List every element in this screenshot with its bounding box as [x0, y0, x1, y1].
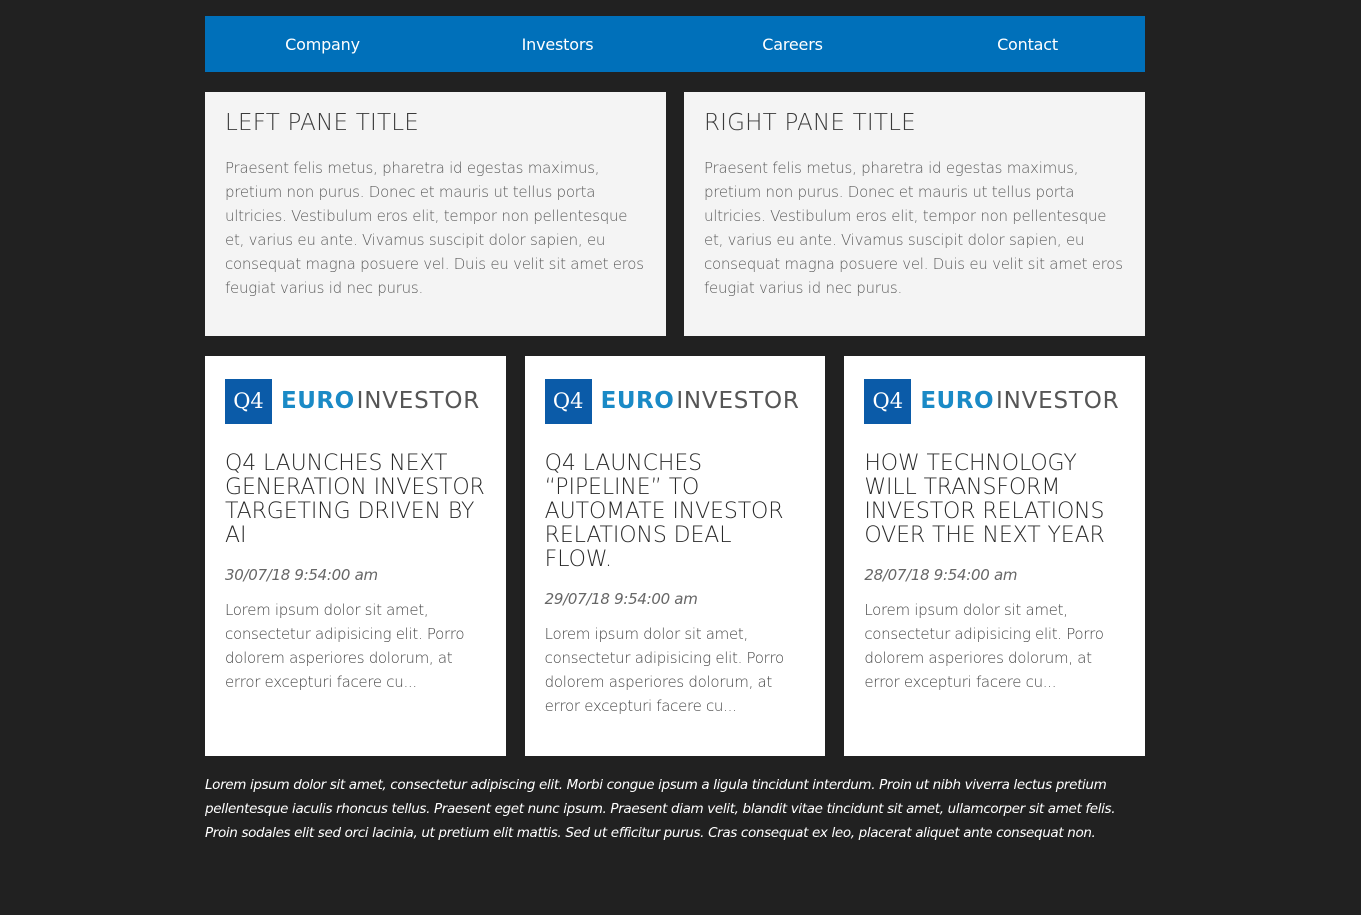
- news-card-date: 30/07/18 9:54:00 am: [225, 566, 378, 584]
- euroinvestor-logo: Q4 EURO INVESTOR: [864, 378, 1125, 424]
- right-pane-body: Praesent felis metus, pharetra id egesta…: [704, 159, 1123, 297]
- q4-logo-mark: Q4: [864, 378, 912, 424]
- logo-investor-text: INVESTOR: [356, 388, 481, 414]
- logo-euro-text: EURO: [281, 388, 355, 414]
- left-pane-body: Praesent felis metus, pharetra id egesta…: [225, 159, 644, 297]
- news-card-date: 29/07/18 9:54:00 am: [544, 590, 698, 608]
- top-nav: Company Investors Careers Contact: [205, 16, 1145, 72]
- nav-item-careers[interactable]: Careers: [675, 35, 910, 54]
- left-pane: LEFT PANE TITLE Praesent felis metus, ph…: [205, 92, 666, 336]
- nav-item-contact[interactable]: Contact: [910, 35, 1145, 54]
- news-card[interactable]: Q4 EURO INVESTOR Q4 LAUNCHES NEXT GENERA…: [205, 356, 506, 756]
- news-card-title[interactable]: Q4 LAUNCHES “PIPELINE” TO AUTOMATE INVES…: [545, 452, 806, 572]
- euroinvestor-logo: Q4 EURO INVESTOR: [544, 378, 806, 424]
- page-container: Company Investors Careers Contact LEFT P…: [205, 16, 1146, 845]
- nav-item-investors[interactable]: Investors: [440, 35, 675, 54]
- nav-item-company[interactable]: Company: [205, 35, 440, 54]
- news-card-excerpt: Lorem ipsum dolor sit amet, consectetur …: [225, 601, 465, 691]
- logo-investor-text: INVESTOR: [996, 388, 1120, 414]
- logo-investor-text: INVESTOR: [676, 388, 800, 414]
- news-cards: Q4 EURO INVESTOR Q4 LAUNCHES NEXT GENERA…: [205, 356, 1146, 756]
- euroinvestor-logo: Q4 EURO INVESTOR: [225, 378, 486, 424]
- news-card-excerpt: Lorem ipsum dolor sit amet, consectetur …: [864, 601, 1104, 691]
- left-pane-title: LEFT PANE TITLE: [225, 110, 419, 136]
- panes-row: LEFT PANE TITLE Praesent felis metus, ph…: [205, 92, 1145, 336]
- news-card[interactable]: Q4 EURO INVESTOR Q4 LAUNCHES “PIPELINE” …: [524, 356, 826, 756]
- news-card-excerpt: Lorem ipsum dolor sit amet, consectetur …: [544, 625, 785, 715]
- q4-logo-mark: Q4: [544, 378, 592, 424]
- logo-euro-text: EURO: [920, 388, 994, 414]
- logo-euro-text: EURO: [600, 388, 675, 414]
- news-card[interactable]: Q4 EURO INVESTOR HOW TECHNOLOGY WILL TRA…: [844, 356, 1146, 756]
- news-card-date: 28/07/18 9:54:00 am: [864, 566, 1018, 584]
- q4-logo-mark: Q4: [225, 378, 272, 424]
- news-card-title[interactable]: Q4 LAUNCHES NEXT GENERATION INVESTOR TAR…: [225, 452, 486, 548]
- right-pane: RIGHT PANE TITLE Praesent felis metus, p…: [684, 92, 1145, 336]
- footer-text: Lorem ipsum dolor sit amet, consectetur …: [205, 777, 1116, 841]
- right-pane-title: RIGHT PANE TITLE: [704, 110, 916, 136]
- news-card-title[interactable]: HOW TECHNOLOGY WILL TRANSFORM INVESTOR R…: [864, 452, 1125, 548]
